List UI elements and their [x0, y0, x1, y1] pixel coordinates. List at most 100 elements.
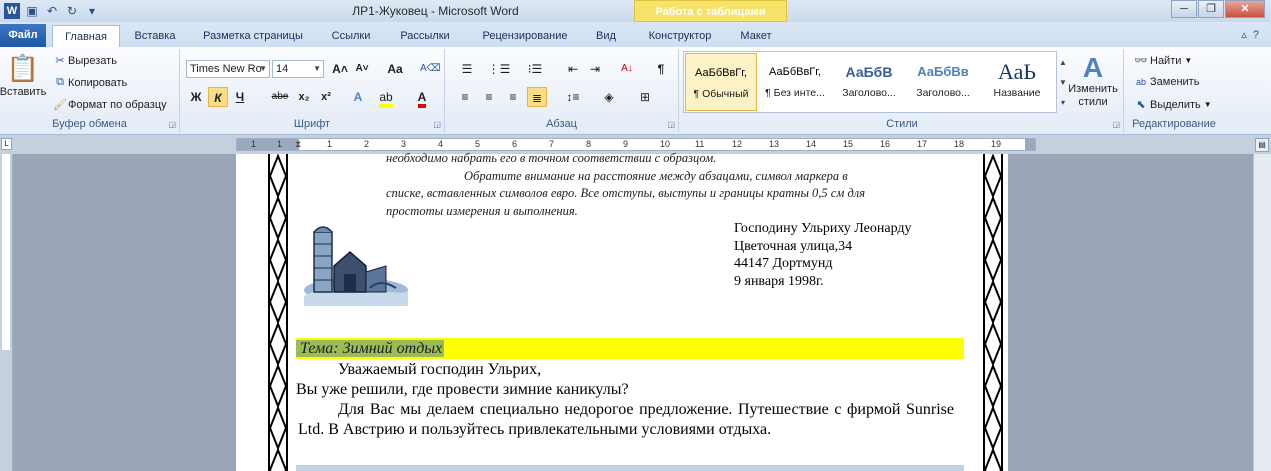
view-ruler-icon[interactable]: ▤ — [1255, 138, 1269, 152]
sort-icon[interactable]: A↓ — [617, 59, 637, 79]
page-border-left — [268, 154, 288, 471]
ruler-number: 17 — [917, 139, 928, 149]
italic-button[interactable]: К — [208, 87, 228, 107]
ruler-number: 14 — [806, 139, 817, 149]
borders-icon[interactable]: ⊞ — [635, 87, 655, 107]
tab-design[interactable]: Конструктор — [638, 25, 722, 47]
indent-marker[interactable]: ⧗ — [295, 139, 301, 150]
numbering-icon[interactable]: ⋮☰ — [487, 59, 511, 79]
ruler-number: 5 — [475, 139, 481, 149]
restore-icon[interactable]: ❐ — [1198, 0, 1224, 18]
document-page[interactable]: необходимо набрать его в точном соответс… — [236, 151, 1008, 471]
chevron-down-icon: ▼ — [259, 64, 267, 73]
align-center-icon[interactable]: ≡ — [479, 87, 499, 107]
replace-button[interactable]: ab Заменить — [1132, 76, 1199, 88]
page-border-right — [983, 154, 1003, 471]
ribbon: 📋 Вставить ✂ Вырезать ⧉ Копировать 🖌 Формат… — [0, 47, 1271, 135]
tab-references[interactable]: Ссылки — [320, 25, 382, 47]
tab-mailings[interactable]: Рассылки — [388, 25, 462, 47]
table-top-edge — [296, 465, 964, 471]
ruler-number: 3 — [401, 139, 407, 149]
format-painter-button[interactable]: 🖌 Формат по образцу — [52, 98, 167, 112]
ruler-number: 18 — [954, 139, 965, 149]
group-label-editing: Редактирование — [1132, 118, 1216, 130]
change-case-button[interactable]: Aa — [382, 59, 408, 79]
select-label: Выделить — [1150, 98, 1201, 111]
font-color-icon[interactable]: A — [412, 87, 432, 108]
copy-icon: ⧉ — [56, 76, 64, 88]
tab-view[interactable]: Вид — [588, 25, 624, 47]
ruler-number: 1 — [277, 139, 283, 149]
instr-line: простоты измерения и выполнения. — [386, 203, 578, 218]
copy-button[interactable]: ⧉ Копировать — [52, 76, 127, 89]
title-bar: W ▣ ↶ ↻ ▾ ЛР1-Жуковец - Microsoft Word Р… — [0, 0, 1271, 22]
dialog-launcher-icon[interactable]: ◲ — [667, 120, 675, 129]
ruler-number: 12 — [732, 139, 743, 149]
tab-home[interactable]: Главная — [52, 25, 120, 47]
offer-paragraph: Для Вас мы делаем специально недорогое п… — [298, 401, 954, 438]
minimize-icon[interactable]: ─ — [1171, 0, 1197, 18]
dialog-launcher-icon[interactable]: ◲ — [433, 120, 441, 129]
select-button[interactable]: ⬉ Выделить ▼ — [1132, 98, 1211, 112]
copy-label: Копировать — [68, 76, 128, 89]
font-size-combo[interactable]: 14 ▼ — [272, 60, 324, 78]
brush-icon: 🖌 — [53, 99, 67, 111]
instructions-text: необходимо набрать его в точном соответс… — [386, 151, 954, 220]
instr-line: необходимо набрать его в точном соответс… — [386, 151, 717, 165]
highlight-color-icon[interactable]: ab — [376, 87, 396, 108]
clear-formatting-icon[interactable]: A⌫ — [420, 59, 441, 79]
dialog-launcher-icon[interactable]: ◲ — [168, 120, 176, 129]
decrease-indent-icon[interactable]: ⇤ — [563, 59, 583, 79]
text-effects-icon[interactable]: A — [348, 87, 368, 107]
grow-font-button[interactable]: A˄ — [330, 59, 350, 79]
ruler-number: 4 — [438, 139, 444, 149]
shrink-font-button[interactable]: A˅ — [352, 59, 372, 79]
letter-body: Уважаемый господин Ульрих, Вы уже решили… — [296, 360, 954, 440]
align-left-icon[interactable]: ≡ — [455, 87, 475, 107]
group-paragraph: ☰ ⋮☰ ⁝☰ ⇤ ⇥ A↓ ¶ ≡ ≡ ≡ ≣ ↕≡ ◈ ⊞ Абзац ◲ — [445, 49, 679, 132]
farm-clipart-image — [304, 226, 408, 306]
paste-label: Вставить — [0, 86, 47, 98]
dialog-launcher-icon[interactable]: ◲ — [1112, 120, 1120, 129]
bold-button[interactable]: Ж — [186, 87, 206, 107]
paste-button[interactable]: 📋 Вставить — [0, 53, 47, 98]
ruler-number: 7 — [549, 139, 555, 149]
superscript-button[interactable]: x² — [316, 87, 336, 107]
address-line: 9 января 1998г. — [734, 273, 824, 289]
subscript-button[interactable]: x₂ — [294, 87, 314, 107]
underline-button[interactable]: Ч — [230, 87, 250, 107]
tab-insert[interactable]: Вставка — [124, 25, 186, 47]
multilevel-list-icon[interactable]: ⁝☰ — [523, 59, 547, 79]
font-name-combo[interactable]: Times New Ro ▼ — [186, 60, 270, 78]
cut-button[interactable]: ✂ Вырезать — [52, 54, 117, 68]
bullets-icon[interactable]: ☰ — [455, 59, 479, 79]
strikethrough-button[interactable]: abe — [268, 87, 292, 107]
tab-file[interactable]: Файл — [0, 24, 46, 47]
ruler-number: 15 — [843, 139, 854, 149]
vertical-scrollbar[interactable] — [1253, 154, 1271, 471]
shading-icon[interactable]: ◈ — [599, 87, 619, 107]
justify-icon[interactable]: ≣ — [527, 87, 547, 107]
ruler-number: 1 — [327, 139, 333, 149]
ruler-number: 1 — [251, 139, 257, 149]
minimize-ribbon-icon[interactable]: ▵ — [1241, 29, 1253, 41]
close-icon[interactable]: ✕ — [1225, 0, 1265, 18]
tab-layout[interactable]: Макет — [730, 25, 782, 47]
vertical-ruler-strip — [2, 154, 10, 350]
tab-review[interactable]: Рецензирование — [466, 25, 584, 47]
ruler-number: 19 — [991, 139, 1002, 149]
greeting-paragraph: Уважаемый господин Ульрих, — [338, 361, 542, 378]
address-line: 44147 Дортмунд — [734, 256, 833, 271]
recipient-address: Господину Ульриху Леонарду Цветочная ули… — [734, 220, 912, 290]
align-right-icon[interactable]: ≡ — [503, 87, 523, 107]
group-editing: 👓 Найти ▼ ab Заменить ⬉ Выделить ▼ Редактиров… — [1124, 49, 1224, 132]
chevron-down-icon: ▼ — [1184, 56, 1193, 65]
increase-indent-icon[interactable]: ⇥ — [585, 59, 605, 79]
show-marks-icon[interactable]: ¶ — [651, 59, 671, 79]
group-styles: Стили ◲ — [681, 49, 1124, 132]
tab-selector-icon[interactable]: L — [1, 138, 12, 150]
line-spacing-icon[interactable]: ↕≡ — [561, 87, 585, 107]
help-icon[interactable]: ? — [1253, 29, 1265, 41]
tab-page-layout[interactable]: Разметка страницы — [192, 25, 314, 47]
find-button[interactable]: 👓 Найти ▼ — [1132, 54, 1193, 68]
